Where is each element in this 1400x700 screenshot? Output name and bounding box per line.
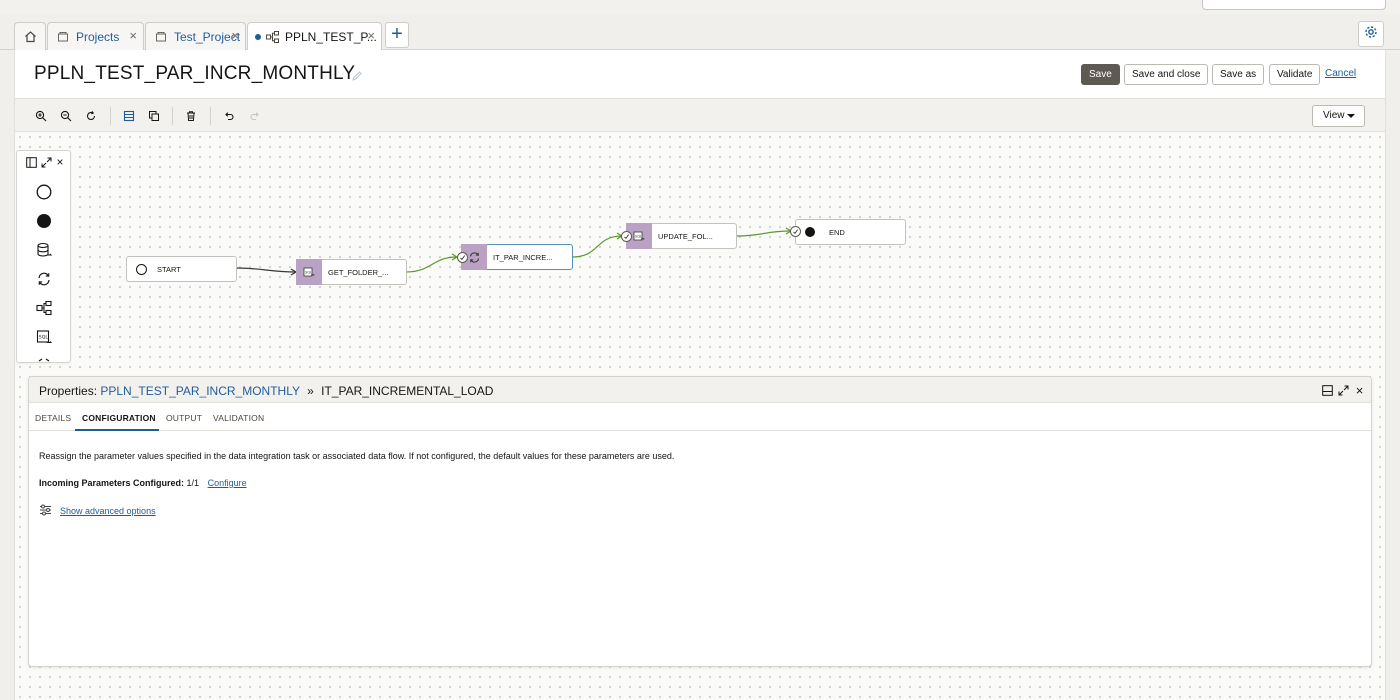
pipeline-task-icon[interactable] [34,298,54,318]
connector-start-get[interactable] [235,267,297,273]
node-label: GET_FOLDER_... [328,267,389,277]
active-tab-indicator [75,429,159,431]
success-condition-icon[interactable] [621,231,632,242]
pipeline-link[interactable]: PPLN_TEST_PAR_INCR_MONTHLY [100,384,299,398]
sql-task-icon[interactable]: SQL [34,327,54,347]
node-start[interactable]: START [126,256,237,282]
node-get-folder[interactable]: SQL GET_FOLDER_... [296,259,407,285]
tab-output[interactable]: OUTPUT [166,413,202,423]
incoming-parameters: Incoming Parameters Configured: 1/1 Conf… [39,478,247,488]
connector-get-it[interactable] [405,256,458,273]
params-label: Incoming Parameters Configured: [39,478,185,488]
expand-icon[interactable] [40,156,52,168]
advanced-options[interactable]: Show advanced options [39,504,156,518]
selected-node-name: IT_PAR_INCREMENTAL_LOAD [321,384,494,398]
data-loader-icon[interactable] [34,240,54,260]
properties-panel: Properties: PPLN_TEST_PAR_INCR_MONTHLY »… [28,376,1372,667]
success-condition-icon[interactable] [790,226,801,237]
panel-toggle-icon[interactable] [25,156,37,168]
end-operator-icon [805,227,815,237]
node-label: START [157,264,181,274]
configuration-description: Reassign the parameter values specified … [39,451,675,461]
sliders-icon [39,504,52,518]
params-value: 1/1 [186,478,200,488]
sql-task-icon: SQL [296,259,322,285]
node-update-folder[interactable]: SQL UPDATE_FOL... [626,223,737,249]
close-icon[interactable]: × [1354,384,1365,397]
properties-prefix: Properties: [39,384,98,398]
node-end[interactable]: END [795,219,906,245]
connector-update-end[interactable] [736,230,792,237]
connector-it-update[interactable] [571,235,623,258]
tab-validation[interactable]: VALIDATION [213,413,264,423]
integration-task-icon[interactable] [34,269,54,289]
properties-header: Properties: PPLN_TEST_PAR_INCR_MONTHLY »… [29,377,1371,403]
properties-breadcrumb: Properties: PPLN_TEST_PAR_INCR_MONTHLY »… [39,384,493,398]
node-label: UPDATE_FOL... [658,231,713,241]
breadcrumb-separator: » [307,384,314,398]
tab-details[interactable]: DETAILS [35,413,71,423]
close-icon[interactable]: × [54,156,66,168]
operator-palette: × SQL [16,150,71,363]
svg-text:SQL: SQL [305,271,312,275]
rest-task-icon[interactable] [34,356,54,362]
expand-icon[interactable] [1338,385,1349,396]
configure-link[interactable]: Configure [208,478,247,488]
show-advanced-options-link[interactable]: Show advanced options [60,506,156,516]
node-label: IT_PAR_INCRE... [493,252,553,262]
svg-text:SQL: SQL [635,235,642,239]
node-it-par-incremental[interactable]: IT_PAR_INCRE... [461,244,573,270]
start-operator-icon [136,263,147,275]
start-operator-icon[interactable] [34,182,54,202]
success-condition-icon[interactable] [457,252,468,263]
minimize-panel-icon[interactable] [1322,385,1333,396]
end-operator-icon[interactable] [34,211,54,231]
tab-configuration[interactable]: CONFIGURATION [82,413,156,423]
node-label: END [829,227,845,237]
palette-header: × [17,151,70,175]
properties-tabs: DETAILS CONFIGURATION OUTPUT VALIDATION [29,403,1371,431]
svg-text:SQL: SQL [39,334,49,340]
